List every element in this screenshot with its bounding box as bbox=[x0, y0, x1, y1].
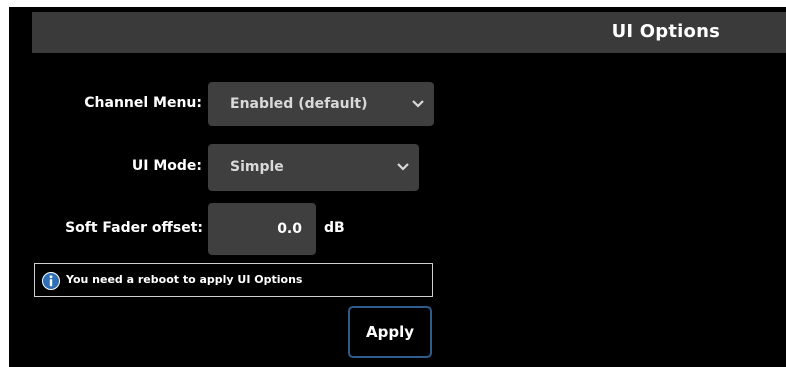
channel-menu-value: Enabled (default) bbox=[230, 96, 368, 112]
apply-button[interactable]: Apply bbox=[348, 306, 432, 358]
ui-mode-select[interactable]: Simple bbox=[208, 144, 419, 191]
info-icon bbox=[42, 272, 60, 290]
chevron-down-icon bbox=[412, 100, 424, 108]
soft-fader-offset-input[interactable]: 0.0 bbox=[208, 203, 316, 255]
title-bar: UI Options bbox=[32, 12, 786, 53]
soft-fader-offset-unit: dB bbox=[324, 220, 345, 236]
channel-menu-select[interactable]: Enabled (default) bbox=[208, 82, 434, 126]
page-title: UI Options bbox=[611, 21, 720, 42]
channel-menu-label: Channel Menu: bbox=[84, 95, 202, 111]
ui-mode-label: UI Mode: bbox=[131, 158, 202, 174]
chevron-down-icon bbox=[397, 163, 409, 171]
notice-text: You need a reboot to apply UI Options bbox=[66, 273, 303, 286]
soft-fader-offset-label: Soft Fader offset: bbox=[65, 220, 203, 236]
ui-mode-value: Simple bbox=[230, 159, 284, 175]
page-frame: UI Options Channel Menu: Enabled (defaul… bbox=[0, 0, 786, 367]
reboot-notice: You need a reboot to apply UI Options bbox=[34, 263, 433, 297]
